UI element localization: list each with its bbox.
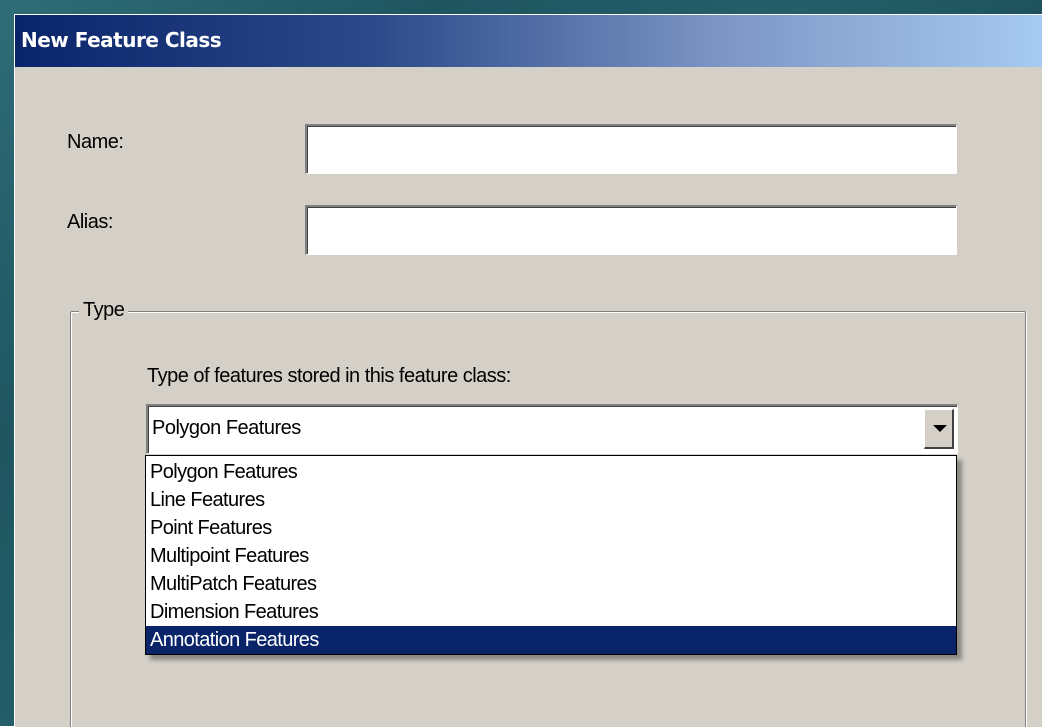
feature-type-dropdown-list: Polygon Features Line Features Point Fea…: [145, 455, 957, 655]
alias-field-box[interactable]: [305, 205, 957, 255]
dropdown-option-multipatch[interactable]: MultiPatch Features: [146, 570, 956, 598]
dropdown-option-annotation[interactable]: Annotation Features: [146, 626, 956, 654]
chevron-down-icon: [933, 425, 947, 432]
feature-type-combobox[interactable]: Polygon Features: [146, 404, 958, 454]
name-label: Name:: [67, 131, 124, 153]
new-feature-class-dialog: New Feature Class Name: Alias: Type Type…: [14, 14, 1042, 727]
alias-label: Alias:: [67, 211, 113, 233]
combobox-selected-value: Polygon Features: [152, 417, 301, 439]
type-description: Type of features stored in this feature …: [147, 365, 511, 387]
dropdown-option-line[interactable]: Line Features: [146, 486, 956, 514]
dropdown-option-dimension[interactable]: Dimension Features: [146, 598, 956, 626]
dropdown-option-point[interactable]: Point Features: [146, 514, 956, 542]
window-title: New Feature Class: [21, 28, 222, 52]
title-bar[interactable]: New Feature Class: [15, 15, 1042, 67]
type-group-legend: Type: [79, 299, 129, 322]
combobox-dropdown-button[interactable]: [924, 409, 954, 449]
alias-field[interactable]: [307, 207, 956, 254]
dropdown-option-polygon[interactable]: Polygon Features: [146, 458, 956, 486]
name-field[interactable]: [307, 126, 956, 173]
dropdown-option-multipoint[interactable]: Multipoint Features: [146, 542, 956, 570]
name-field-box[interactable]: [305, 124, 957, 174]
